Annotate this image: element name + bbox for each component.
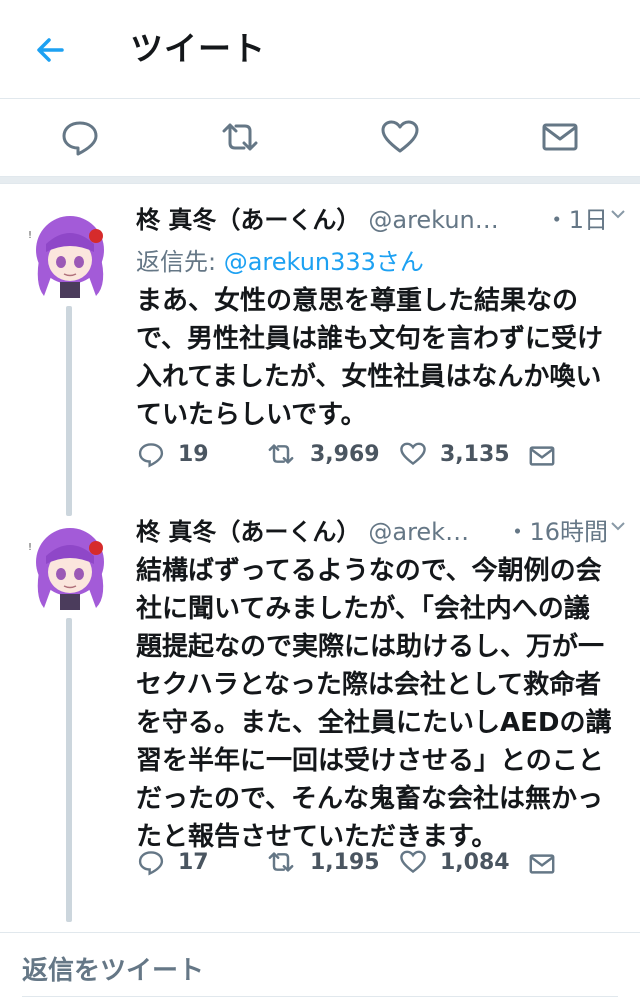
avatar[interactable]: !: [24, 516, 120, 616]
tweet-stats: 19 3,969 3,135: [136, 440, 616, 476]
user-handle[interactable]: @arek…: [368, 518, 469, 546]
reply-to-label: 返信先:: [136, 248, 224, 276]
tweet-text-line: だったので、そんな鬼畜な会社は無かっ: [136, 784, 603, 814]
chevron-down-icon[interactable]: [610, 206, 626, 222]
tweet-reply-2[interactable]: ! 柊 真冬（あーくん） @arek… ・16時間 結構ばずってるようなので、今朝…: [0, 512, 640, 932]
tweet-text-line: 入れてましたが、女性社員はなんか喚い: [136, 362, 602, 392]
reply-action[interactable]: 17: [136, 848, 209, 876]
reply-to-link[interactable]: @arekun333さん: [224, 248, 424, 276]
user-handle[interactable]: @arekun…: [368, 206, 498, 234]
reply-input[interactable]: 返信をツイート: [22, 950, 204, 987]
avatar[interactable]: !: [24, 204, 120, 304]
mail-icon[interactable]: [538, 117, 582, 157]
heart-icon: [400, 442, 426, 466]
reply-icon: [138, 851, 164, 876]
reply-input-underline: [22, 996, 618, 997]
reply-count: 19: [178, 441, 209, 467]
reply-count: 17: [178, 849, 209, 875]
tweet-text-line: ていたらしいです。: [136, 400, 367, 430]
svg-text:!: !: [28, 542, 32, 553]
reply-action[interactable]: 19: [136, 440, 209, 468]
retweet-icon: [268, 852, 294, 872]
timestamp[interactable]: ・1日: [540, 200, 608, 235]
tweet-text-line: 結構ばずってるようなので、今朝例の会: [136, 556, 602, 586]
like-count: 3,135: [440, 441, 510, 467]
divider: [0, 932, 640, 933]
tweet-text-line: 題提起なので実際には助けるし、万が一: [136, 632, 605, 662]
like-count: 1,084: [440, 849, 510, 875]
tweet-text-line: を守る。また、全社員にたいしAEDの講: [136, 708, 612, 738]
retweet-icon[interactable]: [218, 117, 262, 157]
reply-icon[interactable]: [58, 117, 102, 157]
reply-icon: [138, 443, 164, 468]
tweet-header: 柊 真冬（あーくん） @arek… ・16時間: [136, 512, 626, 552]
tweet-text: 結構ばずってるようなので、今朝例の会 社に聞いてみましたが、「会社内への議 題提…: [136, 552, 626, 856]
chevron-down-icon[interactable]: [610, 518, 626, 534]
tweet-text-line: で、男性社員は誰も文句を言わずに受け: [136, 324, 603, 354]
like-action[interactable]: 1,084: [398, 848, 510, 876]
mail-icon[interactable]: [526, 850, 558, 878]
tweet-reply-1[interactable]: ! 柊 真冬（あーくん） @arekun… ・1日 返信先: @arekun333…: [0, 200, 640, 516]
tweet-header: 柊 真冬（あーくん） @arekun… ・1日: [136, 200, 626, 240]
retweet-count: 1,195: [310, 849, 380, 875]
tweet-text-line: セクハラとなった際は会社として救命者: [136, 670, 602, 700]
thread-line: [66, 618, 72, 922]
tweet-text-line: まあ、女性の意思を尊重した結果なの: [136, 286, 579, 316]
like-action[interactable]: 3,135: [398, 440, 510, 468]
timestamp[interactable]: ・16時間: [501, 512, 608, 547]
top-bar: ツイート: [0, 0, 640, 99]
reply-context: 返信先: @arekun333さん: [136, 242, 424, 277]
tweet-stats: 17 1,195 1,084: [136, 848, 616, 884]
mail-icon[interactable]: [526, 442, 558, 470]
tweet-action-bar: [0, 99, 640, 177]
tweet-text-line: 社に聞いてみましたが、「会社内への議: [136, 594, 590, 624]
retweet-icon: [268, 444, 294, 464]
tweet-text-line: 習を半年に一回は受けさせる」とのこと: [136, 746, 604, 776]
arrow-left-icon[interactable]: [30, 30, 70, 70]
display-name[interactable]: 柊 真冬（あーくん）: [136, 518, 360, 546]
heart-icon: [400, 850, 426, 874]
heart-icon[interactable]: [378, 117, 422, 157]
section-divider: [0, 176, 640, 184]
retweet-action[interactable]: 1,195: [264, 848, 380, 876]
retweet-action[interactable]: 3,969: [264, 440, 380, 468]
thread-line: [66, 306, 72, 516]
page-title: ツイート: [130, 29, 266, 68]
tweet-text: まあ、女性の意思を尊重した結果なの で、男性社員は誰も文句を言わずに受け 入れて…: [136, 282, 626, 434]
svg-text:!: !: [28, 230, 32, 241]
retweet-count: 3,969: [310, 441, 380, 467]
display-name[interactable]: 柊 真冬（あーくん）: [136, 206, 360, 234]
